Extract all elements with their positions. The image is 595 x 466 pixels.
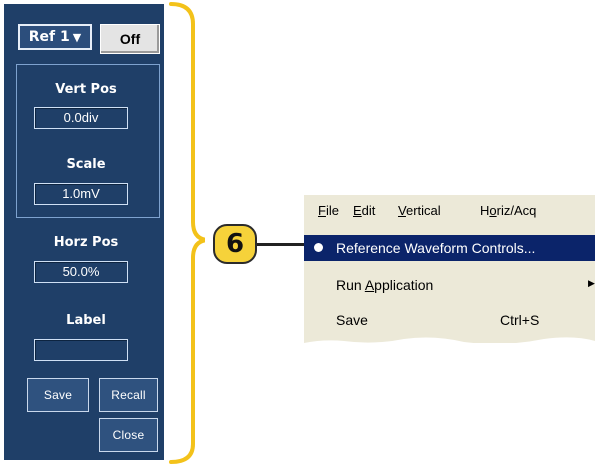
chevron-down-icon: ▼ [72,30,82,44]
horz-pos-field[interactable]: 50.0% [34,261,128,283]
file-menu-snippet: File Edit Vertical Horiz/Acq Reference W… [304,195,595,343]
menu-item-reference-waveform-controls[interactable]: Reference Waveform Controls... [304,235,595,261]
torn-edge-graphic [304,337,595,343]
vert-pos-field[interactable]: 0.0div [34,107,128,129]
label-field[interactable] [34,339,128,361]
menu-horiz-acq[interactable]: Horiz/Acq [480,203,536,218]
horz-pos-label: Horz Pos [53,235,119,250]
menu-item-save[interactable]: Save Ctrl+S [304,307,595,333]
callout-leader-line [256,243,308,246]
scale-field[interactable]: 1.0mV [34,183,128,205]
menu-edit[interactable]: Edit [353,203,375,218]
vert-pos-label: Vert Pos [55,82,117,97]
label-label: Label [66,313,106,328]
off-button[interactable]: Off [100,24,160,54]
file-dropdown: Reference Waveform Controls... Run Appli… [304,227,595,343]
submenu-arrow-icon: ▶ [588,278,595,288]
save-button[interactable]: Save [27,378,89,412]
recall-button[interactable]: Recall [99,378,158,412]
ref-select-dropdown[interactable]: Ref 1 ▼ [18,24,92,50]
close-button[interactable]: Close [99,418,158,452]
bracket-graphic [169,2,205,464]
step-callout: 6 [213,224,257,264]
scale-label: Scale [66,157,106,172]
menu-item-run-application[interactable]: Run Application ▶ [304,272,595,298]
menu-file[interactable]: File [318,203,339,218]
selected-bullet-icon [314,243,323,252]
menubar: File Edit Vertical Horiz/Acq [304,195,595,227]
reference-waveform-panel: Ref 1 ▼ Off Vert Pos 0.0div Scale 1.0mV … [4,4,164,460]
ref-select-label: Ref 1 [28,29,70,45]
menu-vertical[interactable]: Vertical [398,203,441,218]
